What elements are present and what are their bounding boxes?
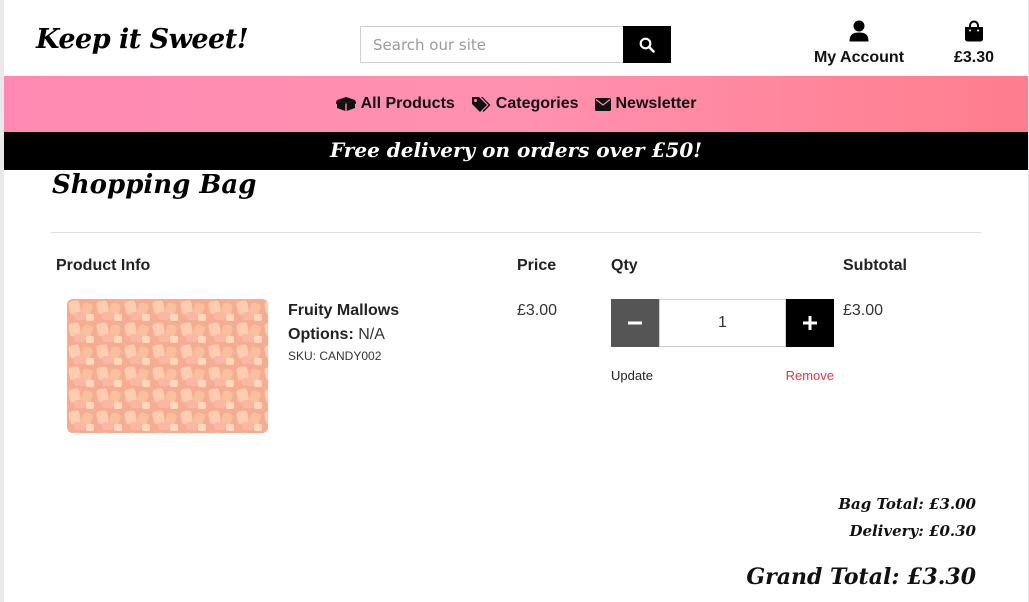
bag-total-label: £3.30 <box>953 49 995 66</box>
nav-all-products[interactable]: All Products <box>335 95 455 113</box>
site-logo[interactable]: Keep it Sweet! <box>36 24 249 55</box>
increment-button[interactable] <box>786 299 834 347</box>
quantity-input[interactable] <box>659 299 786 347</box>
free-delivery-banner: Free delivery on orders over £50! <box>4 132 1028 170</box>
page: Keep it Sweet! My Account <box>4 0 1028 602</box>
tags-icon <box>471 96 491 112</box>
product-sku: SKU: CANDY002 <box>288 349 382 363</box>
update-link[interactable]: Update <box>611 368 653 383</box>
my-account-label: My Account <box>813 49 905 66</box>
shopping-bag-icon <box>965 20 983 42</box>
column-header-price: Price <box>517 257 557 274</box>
user-icon <box>849 20 869 42</box>
grand-total: Grand Total: £3.30 <box>746 564 976 590</box>
minus-icon <box>628 321 642 325</box>
product-price: £3.00 <box>517 302 558 319</box>
nav-categories-label: Categories <box>495 95 579 112</box>
divider <box>51 232 981 233</box>
delivery-cost: Delivery: £0.30 <box>849 522 976 540</box>
main-nav: All Products Categories Newsletter <box>4 76 1028 132</box>
search-input[interactable] <box>360 26 623 63</box>
column-header-product-info: Product Info <box>56 257 151 274</box>
page-title: Shopping Bag <box>52 170 257 200</box>
column-header-qty: Qty <box>611 257 638 274</box>
product-image <box>67 299 268 433</box>
product-options: Options: N/A <box>288 326 385 344</box>
bag-total: Bag Total: £3.00 <box>838 495 976 513</box>
nav-categories[interactable]: Categories <box>471 95 579 113</box>
options-label: Options: <box>288 326 354 343</box>
search-button[interactable] <box>623 26 671 63</box>
nav-newsletter[interactable]: Newsletter <box>594 95 697 113</box>
search-form <box>360 26 671 63</box>
my-account-link[interactable]: My Account <box>804 20 914 67</box>
site-header: Keep it Sweet! My Account <box>4 0 1028 76</box>
shopping-bag-link[interactable]: £3.30 <box>942 20 1006 67</box>
options-value: N/A <box>358 326 385 343</box>
product-subtotal: £3.00 <box>843 302 884 319</box>
quantity-stepper <box>611 299 834 347</box>
product-name: Fruity Mallows <box>288 302 400 319</box>
decrement-button[interactable] <box>611 299 659 347</box>
plus-icon <box>803 316 817 330</box>
search-icon <box>639 37 655 53</box>
envelope-icon <box>594 97 611 111</box>
remove-link[interactable]: Remove <box>734 368 834 383</box>
boxes-icon <box>335 97 356 111</box>
column-header-subtotal: Subtotal <box>843 257 907 274</box>
nav-all-products-label: All Products <box>360 95 455 112</box>
nav-newsletter-label: Newsletter <box>615 95 697 112</box>
